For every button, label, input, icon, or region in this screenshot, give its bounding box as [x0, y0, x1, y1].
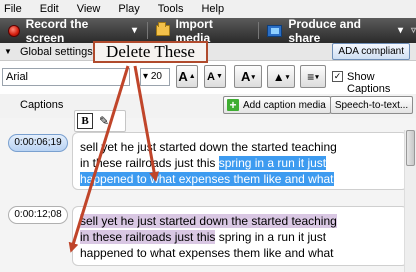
alignment-button[interactable]: ≡ ▾ [300, 65, 326, 88]
delete-these-annotation: Delete These [93, 41, 208, 63]
global-settings-label[interactable]: Global settings [20, 46, 93, 58]
menu-help[interactable]: Help [201, 3, 224, 15]
caption-text-box[interactable]: sell yet he just started down the starte… [72, 206, 408, 266]
ada-compliant-button[interactable]: ADA compliant [332, 43, 410, 60]
caption-line: happened to what expenses them like and … [80, 246, 334, 260]
font-size-value: 20 [150, 71, 162, 82]
folder-icon [155, 22, 170, 36]
produce-share-button[interactable]: Produce and share ▾ [266, 16, 403, 45]
vertical-scrollbar[interactable] [404, 130, 416, 272]
toolbar-divider [257, 22, 259, 39]
caption-timestamp[interactable]: 0:00:12;08 [8, 206, 68, 224]
show-captions-label: Show Captions [347, 71, 391, 95]
caption-text-plain: in these railroads just this [80, 156, 219, 170]
chevron-down-icon[interactable]: ▾ [398, 25, 403, 36]
speech-to-text-button[interactable]: Speech-to-text... [330, 96, 413, 114]
fill-color-button[interactable]: ▲ ▾ [267, 65, 295, 88]
font-size-chevron: ▾ [143, 71, 149, 82]
menu-bar: File Edit View Play Tools Help [0, 0, 416, 18]
caption-format-bar: B ✎ [74, 110, 126, 132]
font-size-select[interactable]: ▾ 20 [140, 68, 170, 86]
font-family-value: Arial [6, 71, 29, 83]
caption-text-highlighted: sell yet he just started down the starte… [80, 214, 337, 228]
record-icon [8, 24, 20, 37]
captions-label: Captions [20, 99, 64, 111]
toolbar-divider [147, 22, 148, 39]
plus-icon: + [227, 99, 239, 111]
main-toolbar: Record the screen ▾ Import media Produce… [0, 16, 416, 45]
captions-header: Captions + Add caption media Speech-to-t… [0, 94, 416, 118]
increase-font-button[interactable]: A ▲ [176, 65, 198, 88]
caption-line: in these railroads just this spring in a… [80, 155, 401, 171]
menu-tools[interactable]: Tools [158, 3, 184, 15]
caption-text-box[interactable]: sell yet he just started down the starte… [72, 132, 408, 190]
caption-text-plain: spring in a run it just [215, 230, 327, 244]
bold-button[interactable]: B [77, 113, 93, 129]
caption-line: sell yet he just started down the starte… [80, 140, 337, 154]
font-family-select[interactable]: Arial [2, 68, 130, 86]
font-settings-row: Arial ▾ 20 A ▲ A ▼ A ▾ ▲ ▾ ≡ ▾ ✓ Show Caption… [0, 63, 416, 95]
chevron-down-icon[interactable]: ▾ [132, 25, 137, 36]
caption-text-selected: spring in a run it just [218, 156, 327, 170]
pen-icon[interactable]: ✎ [99, 114, 109, 128]
scrollbar-thumb[interactable] [406, 130, 415, 166]
menu-view[interactable]: View [77, 3, 101, 15]
camtasia-window: File Edit View Play Tools Help Record th… [0, 0, 416, 272]
show-captions-checkbox[interactable]: ✓ [332, 71, 343, 82]
menu-file[interactable]: File [4, 3, 22, 15]
decrease-font-button[interactable]: A ▼ [204, 65, 226, 88]
add-caption-media-button[interactable]: + Add caption media [223, 96, 331, 114]
global-settings-bar: ▼ Global settings ADA compliant [0, 43, 416, 61]
toolbar-overflow-icon[interactable]: ▿ [411, 25, 416, 36]
caption-line: sell yet he just started down the starte… [80, 213, 401, 229]
menu-edit[interactable]: Edit [40, 3, 59, 15]
caption-line: happened to what expenses them like and … [80, 171, 401, 187]
caption-text-highlighted: in these railroads just this [80, 230, 216, 244]
produce-label: Produce and share [288, 16, 362, 45]
caption-line: in these railroads just this spring in a… [80, 229, 401, 245]
caption-timestamp-selected[interactable]: 0:00:06;19 [8, 134, 68, 152]
menu-play[interactable]: Play [118, 3, 139, 15]
font-color-button[interactable]: A ▾ [234, 65, 262, 88]
add-caption-label: Add caption media [243, 99, 326, 111]
caption-text-selected: happened to what expenses them like and … [80, 172, 334, 186]
film-icon [266, 24, 283, 37]
collapse-triangle-icon[interactable]: ▼ [4, 47, 16, 56]
